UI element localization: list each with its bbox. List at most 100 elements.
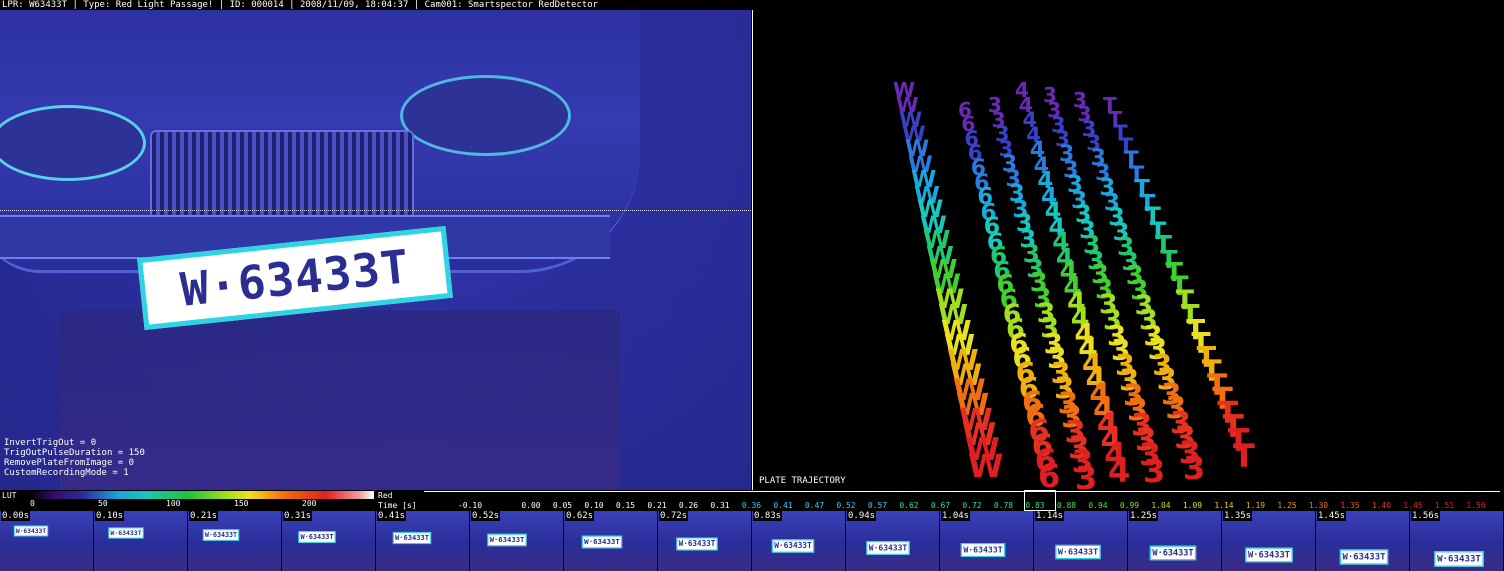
thumbnail-strip: 0.00s W·63433T 0.10s W·63433T 0.21s W·63433T 0… [0,511,1504,571]
parameter-list: InvertTrigOut = 0 TrigOutPulseDuration =… [4,438,145,478]
time-value: 0.88 [1056,501,1077,510]
thumbnail-time: 1.35s [1223,511,1253,521]
time-label: Time [s] [378,501,417,510]
thumbnail-plate: W·63433T [203,528,240,541]
trajectory-char: W [968,447,1004,485]
plate-trajectory-pane[interactable]: WWWWWWWWWWWWWWWWWWWWWWWWWW66666666666666… [752,10,1504,490]
time-value: 0.15 [615,501,636,510]
time-value: 1.14 [1214,501,1234,510]
thumbnail-time: 0.21s [189,511,219,521]
time-value: 0.94 [1088,501,1108,510]
thumbnail-plate: W·63433T [960,542,1006,557]
thumbnail-frame[interactable]: 0.94s W·63433T [846,511,939,571]
thumbnail-time: 0.72s [659,511,689,521]
trajectory-char: 3 [1183,449,1206,487]
thumbnail-frame[interactable]: 0.31s W·63433T [282,511,375,571]
thumbnail-plate: W·63433T [392,532,431,545]
trajectory-char: 4 [1108,452,1131,490]
param-remove-plate-from-image: RemovePlateFromImage = 0 [4,458,135,468]
time-value: 0.83 [1025,501,1045,510]
param-invert-trig-out: InvertTrigOut = 0 [4,438,97,448]
lut-tick: 50 [98,499,108,508]
thumbnail-time: 0.41s [377,511,407,521]
time-value: 0.52 [836,501,856,510]
lut-tick: 200 [302,499,317,508]
time-value: 1.04 [1151,501,1171,510]
time-value: 1.40 [1371,501,1392,510]
thumbnail-frame[interactable]: 0.62s W·63433T [564,511,657,571]
thumbnail-frame[interactable]: 0.21s W·63433T [188,511,281,571]
thumbnail-plate: W·63433T [108,527,144,539]
time-value: 0.99 [1119,501,1140,510]
thumbnail-plate: W·63433T [297,530,336,543]
time-value: 1.51 [1434,501,1455,510]
time-value: 1.35 [1340,501,1360,510]
time-value: 0.00 [521,501,541,510]
thumbnail-frame[interactable]: 1.04s W·63433T [940,511,1033,571]
lut-tick: 0 [30,499,35,508]
lut-colorbar [28,491,374,499]
lut-tick: 150 [234,499,249,508]
time-value: 0.26 [678,501,699,510]
lut-label: LUT [2,491,17,500]
thumbnail-frame[interactable]: 1.45s W·63433T [1316,511,1409,571]
param-trig-out-pulse-duration: TrigOutPulseDuration = 150 [4,448,145,458]
thumbnail-frame[interactable]: 0.83s W·63433T [752,511,845,571]
thumbnail-frame[interactable]: 0.00s W·63433T [0,511,93,571]
thumbnail-plate: W·63433T [771,539,814,553]
time-value: 0.41 [773,501,793,510]
time-value: 0.47 [804,501,825,510]
thumbnail-time: 0.31s [283,511,313,521]
time-value: 1.30 [1308,501,1329,510]
thumbnail-time: 0.94s [847,511,877,521]
time-value: 1.19 [1245,501,1266,510]
time-value: 0.21 [647,501,667,510]
thumbnail-frame[interactable]: 0.52s W·63433T [470,511,563,571]
thumbnail-time: 1.56s [1411,511,1441,521]
thumbnail-time: 1.25s [1129,511,1159,521]
thumbnail-plate: W·63433T [1434,551,1484,567]
thumbnail-time: 0.52s [471,511,501,521]
thumbnail-time: 1.14s [1035,511,1065,521]
time-value: 0.36 [741,501,762,510]
time-value: 0.72 [962,501,982,510]
plate-trajectory-label: PLATE TRAJECTORY [759,476,846,486]
trajectory-char: T [1233,437,1255,475]
lut-timeline-row: LUT 0 50 100 150 200 Red Time [s] -0.10 … [0,490,1504,511]
thumbnail-frame[interactable]: 1.35s W·63433T [1222,511,1315,571]
thumbnail-frame[interactable]: 0.10s W·63433T [94,511,187,571]
time-value: 0.31 [710,501,730,510]
thumbnail-plate: W·63433T [1339,549,1388,565]
thumbnail-plate: W·63433T [1244,547,1293,563]
camera-image-pane[interactable]: W·63433T InvertTrigOut = 0 TrigOutPulseD… [0,10,751,490]
time-value: 1.09 [1182,501,1203,510]
time-value: 1.45 [1403,501,1423,510]
time-axis-line [424,491,1500,500]
thumbnail-plate: W·63433T [1150,546,1197,561]
time-value: 0.78 [993,501,1014,510]
time-axis[interactable]: -0.10 0.00 0.05 0.10 0.15 0.21 0.26 0.31 0.36 0.… [424,490,1504,511]
thumbnail-plate: W·63433T [866,540,910,555]
lut-tick: 100 [166,499,181,508]
thumbnail-frame[interactable]: 0.72s W·63433T [658,511,751,571]
time-value: 0.57 [867,501,888,510]
time-start-value: -0.10 [457,501,483,510]
window-title: LPR: W63433T | Type: Red Light Passage! … [0,0,1504,10]
thumbnail-time: 1.45s [1317,511,1347,521]
thumbnail-time: 0.10s [95,511,125,521]
thumbnail-frame[interactable]: 1.14s W·63433T [1034,511,1127,571]
license-plate-text: W·63433T [178,239,412,317]
red-label: Red [378,491,393,500]
time-value: 0.05 [552,501,573,510]
thumbnail-plate: W·63433T [676,537,719,551]
trajectory-char: 6 [1038,457,1061,490]
thumbnail-time: 0.00s [1,511,31,521]
thumbnail-frame[interactable]: 0.41s W·63433T [376,511,469,571]
param-custom-recording-mode: CustomRecordingMode = 1 [4,468,129,478]
thumbnail-plate: W·63433T [1055,544,1101,559]
time-value: 0.62 [899,501,919,510]
time-value: 0.67 [930,501,951,510]
thumbnail-frame[interactable]: 1.25s W·63433T [1128,511,1221,571]
trajectory-char: 3 [1075,459,1098,490]
thumbnail-frame[interactable]: 1.56s W·63433T [1410,511,1503,571]
